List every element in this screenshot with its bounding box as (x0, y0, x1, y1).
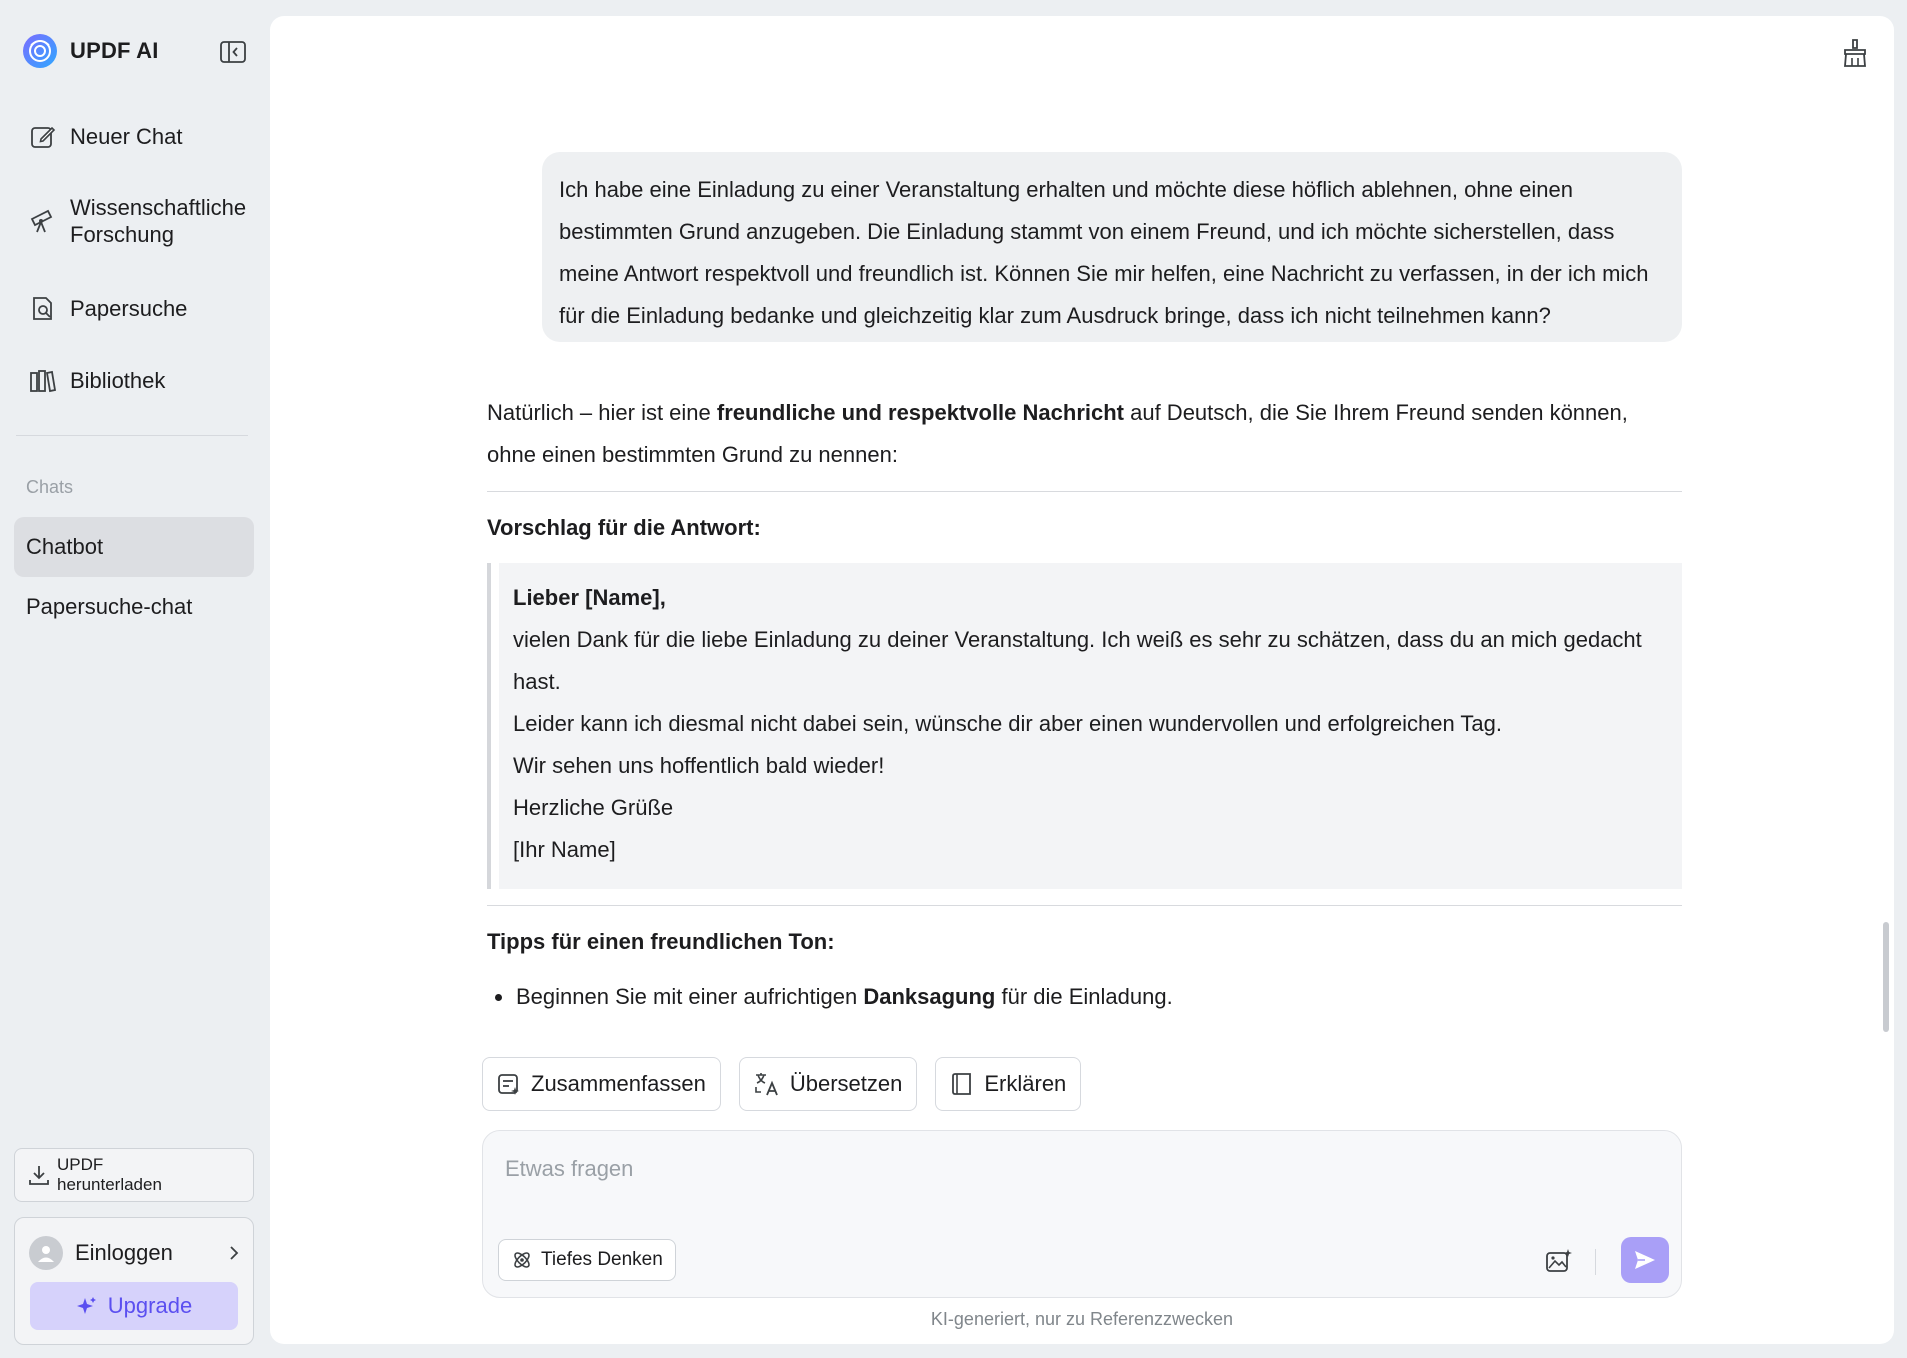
user-message: Ich habe eine Einladung zu einer Veranst… (542, 152, 1682, 342)
summarize-label: Zusammenfassen (531, 1071, 706, 1096)
chat-item-label: Papersuche-chat (26, 594, 193, 619)
divider (487, 905, 1682, 906)
atom-icon (514, 1252, 530, 1268)
message-input[interactable] (505, 1151, 1605, 1187)
sidebar-divider (16, 435, 248, 436)
composer-separator (1595, 1249, 1596, 1275)
bullet-dot (495, 994, 502, 1001)
updf-logo-icon (23, 34, 57, 68)
chat-item-chatbot[interactable]: Chatbot (14, 517, 254, 577)
quote-line: Herzliche Grüße (513, 795, 674, 820)
intro-text: Natürlich – hier ist eine (487, 400, 717, 425)
tip-text: Beginnen Sie mit einer aufrichtigen Dank… (516, 976, 1173, 1018)
sidebar-item-label: Bibliothek (70, 368, 166, 393)
chat-item-label: Chatbot (26, 534, 104, 559)
tip-text-end: für die Einladung. (995, 984, 1173, 1009)
deep-think-label: Tiefes Denken (541, 1249, 663, 1270)
send-icon (1635, 1251, 1655, 1269)
list-item: Beginnen Sie mit einer aufrichtigen Dank… (487, 976, 1682, 1018)
tip-text-start: Beginnen Sie mit einer aufrichtigen (516, 984, 864, 1009)
deep-think-toggle[interactable]: Tiefes Denken (498, 1239, 676, 1281)
assistant-intro: Natürlich – hier ist eine freundliche un… (487, 392, 1682, 476)
download-label: UPDF herunterladen (57, 1155, 162, 1194)
send-button[interactable] (1621, 1237, 1669, 1283)
translate-icon (755, 1073, 778, 1096)
disclaimer-text: KI-generiert, nur zu Referenzzwecken (930, 1309, 1234, 1329)
translate-label: Übersetzen (789, 1071, 903, 1096)
telescope-icon (28, 207, 58, 235)
translate-button[interactable]: Übersetzen (738, 1057, 918, 1111)
quote-line: Leider kann ich diesmal nicht dabei sein… (513, 711, 1502, 736)
explain-button[interactable]: Erklären (935, 1057, 1082, 1111)
sidebar-item-research[interactable]: Wissenschaftliche Forschung (14, 186, 254, 256)
user-icon (38, 1246, 54, 1262)
upgrade-button[interactable]: Upgrade (30, 1282, 238, 1330)
intro-bold-text: freundliche und respektvolle Nachricht (716, 400, 1124, 425)
sidebar-item-label: Neuer Chat (70, 124, 183, 149)
tip-bold-text: Danksagung (863, 984, 996, 1009)
chat-item-paper-search-chat[interactable]: Papersuche-chat (14, 577, 254, 637)
quick-actions: Zusammenfassen Übersetzen Erklären (482, 1057, 1082, 1111)
brand[interactable]: UPDF AI (22, 32, 159, 70)
proposal-heading: Vorschlag für die Antwort: (487, 515, 761, 540)
broom-icon (1844, 39, 1866, 67)
download-updf-button[interactable]: UPDF herunterladen (14, 1148, 254, 1202)
sidebar-item-label: Papersuche (70, 296, 188, 321)
sidebar-item-label: Wissenschaftliche Forschung (70, 195, 247, 247)
clear-chat-button[interactable] (1838, 36, 1872, 70)
login-button[interactable]: Einloggen (29, 1234, 241, 1272)
account-card: Einloggen Upgrade (14, 1217, 254, 1345)
library-icon (28, 367, 58, 395)
proposal-blockquote: Lieber [Name], vielen Dank für die liebe… (487, 563, 1682, 889)
sidebar-item-new-chat[interactable]: Neuer Chat (14, 115, 254, 159)
quote-line: vielen Dank für die liebe Einladung zu d… (513, 627, 1642, 694)
app-name: UPDF AI (70, 38, 159, 63)
download-icon (29, 1166, 49, 1185)
chat-panel: Ich habe eine Einladung zu einer Veranst… (270, 16, 1894, 1344)
quote-salutation: Lieber [Name], (513, 585, 666, 610)
chats-section-label: Chats (26, 477, 74, 497)
sidebar: UPDF AI Neuer Chat Wissenschaftliche For… (0, 0, 268, 1358)
chevron-right-icon (230, 1246, 239, 1260)
sidebar-item-library[interactable]: Bibliothek (14, 359, 254, 403)
avatar (29, 1236, 63, 1270)
scrollbar-thumb[interactable] (1883, 922, 1889, 1032)
tips-heading: Tipps für einen freundlichen Ton: (487, 929, 835, 954)
book-icon (952, 1073, 972, 1095)
divider (487, 491, 1682, 492)
upgrade-label: Upgrade (107, 1293, 193, 1318)
document-search-icon (28, 295, 58, 323)
quote-line: Wir sehen uns hoffentlich bald wieder! (513, 753, 885, 778)
summarize-icon (498, 1074, 519, 1095)
collapse-sidebar-button[interactable] (218, 38, 248, 66)
edit-icon (28, 123, 58, 151)
login-label: Einloggen (75, 1240, 173, 1265)
sidebar-item-paper-search[interactable]: Papersuche (14, 287, 254, 331)
sidebar-toggle-icon (220, 41, 246, 63)
image-sparkle-icon (1546, 1249, 1572, 1272)
quote-line: [Ihr Name] (513, 837, 616, 862)
message-composer: Tiefes Denken (482, 1130, 1682, 1298)
explain-label: Erklären (984, 1071, 1067, 1096)
summarize-button[interactable]: Zusammenfassen (482, 1057, 721, 1111)
sparkle-icon (76, 1297, 96, 1314)
upload-image-button[interactable] (1541, 1243, 1577, 1279)
